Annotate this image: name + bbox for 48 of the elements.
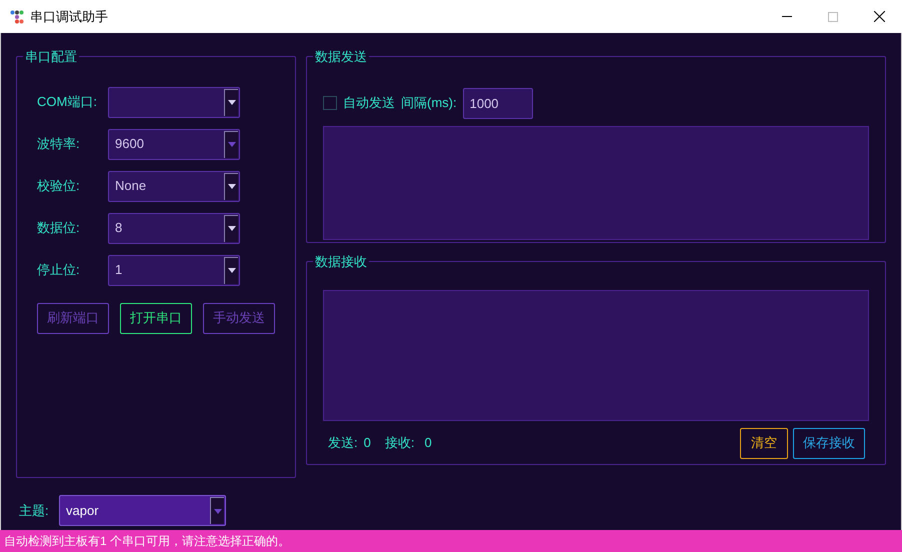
caret-icon — [228, 226, 236, 231]
caret-icon — [228, 142, 236, 147]
field-label: 波特率: — [37, 135, 81, 154]
field-label: 停止位: — [37, 261, 81, 280]
dropdown-value: 8 — [115, 219, 122, 238]
minimize-icon — [782, 16, 792, 17]
clear-button[interactable]: 清空 — [740, 428, 788, 459]
dropdown-value: vapor — [66, 502, 100, 520]
dropdown-button[interactable] — [224, 256, 238, 284]
dropdown[interactable]: 1 — [108, 254, 240, 286]
group-title: 串口配置 — [24, 48, 78, 66]
dropdown-value: 9600 — [115, 135, 144, 154]
checkbox[interactable] — [323, 96, 337, 110]
maximize-icon — [828, 12, 838, 22]
field-label: COM端口: — [37, 93, 98, 112]
dropdown-value: None — [115, 177, 146, 196]
dropdown[interactable]: None — [108, 170, 240, 202]
dropdown-button[interactable] — [224, 172, 238, 200]
interval-label: 间隔(ms): — [401, 94, 457, 112]
received-label: 接收: — [384, 434, 414, 452]
dropdown-value: 1 — [115, 261, 122, 280]
dropdown-button[interactable] — [224, 130, 238, 158]
group-title: 数据发送 — [314, 48, 368, 66]
window-title: 串口调试助手 — [30, 8, 108, 26]
action-button[interactable]: 打开串口 — [120, 302, 192, 334]
dropdown-button[interactable] — [210, 497, 224, 524]
received-count: 0 — [424, 434, 432, 452]
dropdown-button[interactable] — [224, 214, 238, 242]
close-icon — [874, 11, 884, 22]
sent-count: 0 — [364, 434, 371, 452]
caret-icon — [228, 268, 236, 273]
status-text: 自动检测到主板有1 个串口可用，请注意选择正确的。 — [4, 533, 290, 550]
theme-label: 主题: — [19, 502, 50, 520]
dropdown-button[interactable] — [224, 88, 238, 116]
theme-dropdown[interactable]: vapor — [59, 495, 226, 526]
save-button[interactable]: 保存接收 — [793, 428, 865, 459]
app-icon — [10, 10, 24, 24]
sent-label: 发送: — [328, 434, 358, 452]
dropdown[interactable]: 9600 — [108, 128, 240, 160]
dropdown[interactable]: 8 — [108, 212, 240, 244]
caret-icon — [228, 184, 236, 189]
caret-icon — [214, 508, 222, 514]
caret-icon — [228, 100, 236, 105]
interval-field[interactable]: 1000 — [462, 88, 533, 118]
field-label: 数据位: — [37, 219, 81, 238]
group-title: 数据接收 — [314, 253, 368, 272]
field-label: 校验位: — [37, 177, 81, 196]
checkbox-label: 自动发送 — [343, 94, 395, 112]
